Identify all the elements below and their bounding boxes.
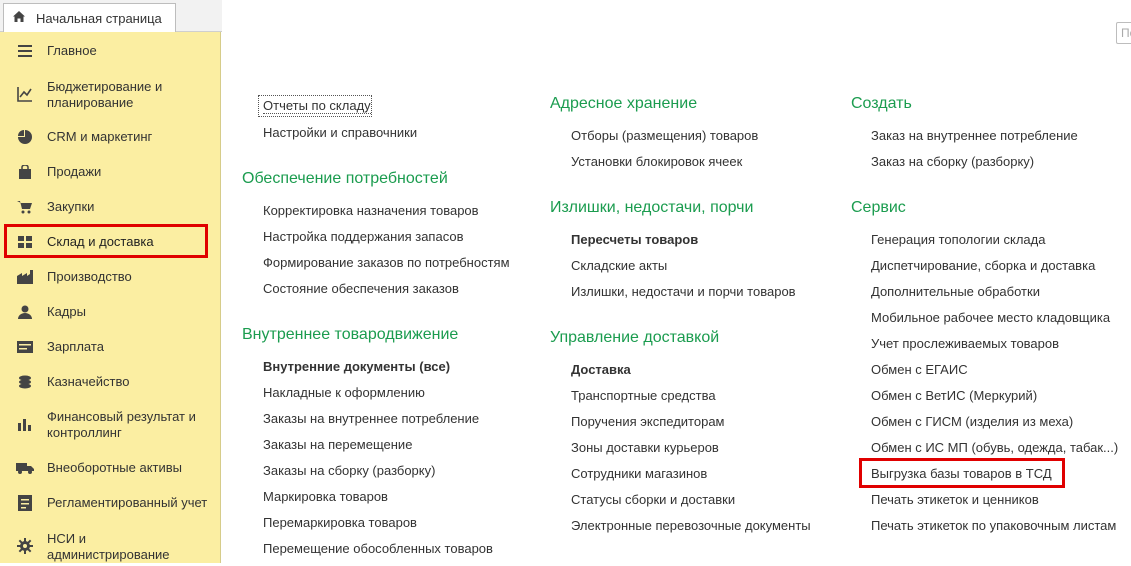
link-item[interactable]: Печать этикеток и ценников — [871, 492, 1039, 507]
link-item[interactable]: Пересчеты товаров — [571, 232, 698, 247]
search-input[interactable]: По — [1116, 22, 1131, 44]
link-item[interactable]: Диспетчирование, сборка и доставка — [871, 258, 1095, 273]
truck-icon — [16, 459, 34, 477]
link-settings-references[interactable]: Настройки и справочники — [263, 125, 417, 140]
sidebar-item-main[interactable]: Главное — [0, 40, 220, 62]
link-item[interactable]: Излишки, недостачи и порчи товаров — [571, 284, 796, 299]
section-title-surplus: Излишки, недостачи, порчи — [550, 199, 754, 216]
sidebar-item-label: Финансовый результат и контроллинг — [47, 409, 196, 440]
link-reports-warehouse[interactable]: Отчеты по складу — [263, 98, 371, 114]
sidebar-item-label: Кадры — [47, 304, 86, 319]
pie-chart-icon — [16, 128, 34, 146]
sidebar-item-sales[interactable]: Продажи — [0, 161, 220, 183]
sidebar-item-label: Склад и доставка — [47, 234, 154, 249]
cart-icon — [16, 198, 34, 216]
link-item[interactable]: Маркировка товаров — [263, 489, 388, 504]
link-item[interactable]: Установки блокировок ячеек — [571, 154, 742, 169]
link-item[interactable]: Сотрудники магазинов — [571, 466, 707, 481]
sidebar-item-label: Казначейство — [47, 374, 130, 389]
sidebar-item-label: Бюджетирование и планирование — [47, 79, 163, 110]
sidebar-item-warehouse[interactable]: Склад и доставка — [0, 231, 220, 253]
link-export-tsd[interactable]: Выгрузка базы товаров в ТСД — [871, 466, 1052, 481]
sidebar-item-regulated-accounting[interactable]: Регламентированный учет — [0, 492, 220, 514]
sidebar-item-nsi-admin[interactable]: НСИ и администрирование — [0, 526, 220, 566]
section-title-address-storage: Адресное хранение — [550, 95, 698, 112]
sidebar-item-purchases[interactable]: Закупки — [0, 196, 220, 218]
sidebar-item-salary[interactable]: Зарплата — [0, 336, 220, 358]
link-item[interactable]: Внутренние документы (все) — [263, 359, 450, 374]
sidebar-item-budgeting[interactable]: Бюджетирование и планирование — [0, 74, 220, 114]
link-item[interactable]: Обмен с ИС МП (обувь, одежда, табак...) — [871, 440, 1118, 455]
search-placeholder: По — [1121, 26, 1131, 40]
section-title-internal-movement: Внутреннее товародвижение — [242, 326, 459, 343]
link-item[interactable]: Печать этикеток по упаковочным листам — [871, 518, 1116, 533]
section-title-service: Сервис — [851, 199, 906, 216]
link-item[interactable]: Заказ на сборку (разборку) — [871, 154, 1034, 169]
link-item[interactable]: Обмен с ЕГАИС — [871, 362, 968, 377]
sidebar: Главное Бюджетирование и планирование CR… — [0, 32, 221, 563]
section-title-needs: Обеспечение потребностей — [242, 170, 448, 187]
sidebar-item-crm[interactable]: CRM и маркетинг — [0, 126, 220, 148]
section-title-create: Создать — [851, 95, 912, 112]
sidebar-item-label: Производство — [47, 269, 132, 284]
sidebar-item-financial-result[interactable]: Финансовый результат и контроллинг — [0, 404, 220, 444]
home-tab[interactable]: Начальная страница — [3, 3, 176, 32]
link-item[interactable]: Заказы на сборку (разборку) — [263, 463, 435, 478]
link-item[interactable]: Заказы на перемещение — [263, 437, 412, 452]
sidebar-item-label: Зарплата — [47, 339, 104, 354]
link-item[interactable]: Обмен с ВетИС (Меркурий) — [871, 388, 1037, 403]
shopping-bag-icon — [16, 163, 34, 181]
link-item[interactable]: Заказ на внутреннее потребление — [871, 128, 1078, 143]
sidebar-item-label: CRM и маркетинг — [47, 129, 153, 144]
link-item[interactable]: Учет прослеживаемых товаров — [871, 336, 1059, 351]
sidebar-item-label: НСИ и администрирование — [47, 531, 170, 562]
link-item[interactable]: Доставка — [571, 362, 631, 377]
sidebar-item-label: Закупки — [47, 199, 95, 214]
link-item[interactable]: Накладные к оформлению — [263, 385, 425, 400]
link-item[interactable]: Отборы (размещения) товаров — [571, 128, 758, 143]
link-item[interactable]: Перемещение обособленных товаров — [263, 541, 493, 556]
gear-icon — [16, 537, 34, 555]
link-item[interactable]: Заказы на внутреннее потребление — [263, 411, 479, 426]
link-item[interactable]: Электронные перевозочные документы — [571, 518, 811, 533]
tab-bar: Начальная страница — [0, 0, 222, 32]
link-item[interactable]: Мобильное рабочее место кладовщика — [871, 310, 1110, 325]
home-tab-label: Начальная страница — [36, 10, 162, 26]
link-item[interactable]: Корректировка назначения товаров — [263, 203, 479, 218]
link-item[interactable]: Формирование заказов по потребностям — [263, 255, 510, 270]
budget-chart-icon — [16, 85, 34, 103]
link-item[interactable]: Перемаркировка товаров — [263, 515, 417, 530]
person-icon — [16, 303, 34, 321]
home-icon — [12, 10, 26, 26]
sidebar-item-fixed-assets[interactable]: Внеоборотные активы — [0, 457, 220, 479]
link-item[interactable]: Поручения экспедиторам — [571, 414, 725, 429]
bar-chart-icon — [16, 415, 34, 433]
section-title-delivery: Управление доставкой — [550, 329, 720, 346]
document-icon — [16, 494, 34, 512]
sidebar-item-production[interactable]: Производство — [0, 266, 220, 288]
link-item[interactable]: Обмен с ГИСМ (изделия из меха) — [871, 414, 1073, 429]
sidebar-item-treasury[interactable]: Казначейство — [0, 371, 220, 393]
link-item[interactable]: Дополнительные обработки — [871, 284, 1040, 299]
wallet-icon — [16, 338, 34, 356]
sidebar-item-label: Продажи — [47, 164, 102, 179]
link-item[interactable]: Настройка поддержания запасов — [263, 229, 463, 244]
sidebar-item-label: Главное — [47, 43, 97, 58]
warehouse-grid-icon — [16, 233, 34, 251]
sidebar-item-hr[interactable]: Кадры — [0, 301, 220, 323]
link-item[interactable]: Зоны доставки курьеров — [571, 440, 719, 455]
link-item[interactable]: Транспортные средства — [571, 388, 716, 403]
link-item[interactable]: Состояние обеспечения заказов — [263, 281, 459, 296]
sidebar-item-label: Внеоборотные активы — [47, 460, 183, 475]
link-item[interactable]: Генерация топологии склада — [871, 232, 1045, 247]
factory-icon — [16, 268, 34, 286]
sidebar-item-label: Регламентированный учет — [47, 495, 208, 510]
coins-icon — [16, 373, 34, 391]
link-item[interactable]: Складские акты — [571, 258, 667, 273]
menu-lines-icon — [16, 42, 34, 60]
link-item[interactable]: Статусы сборки и доставки — [571, 492, 735, 507]
